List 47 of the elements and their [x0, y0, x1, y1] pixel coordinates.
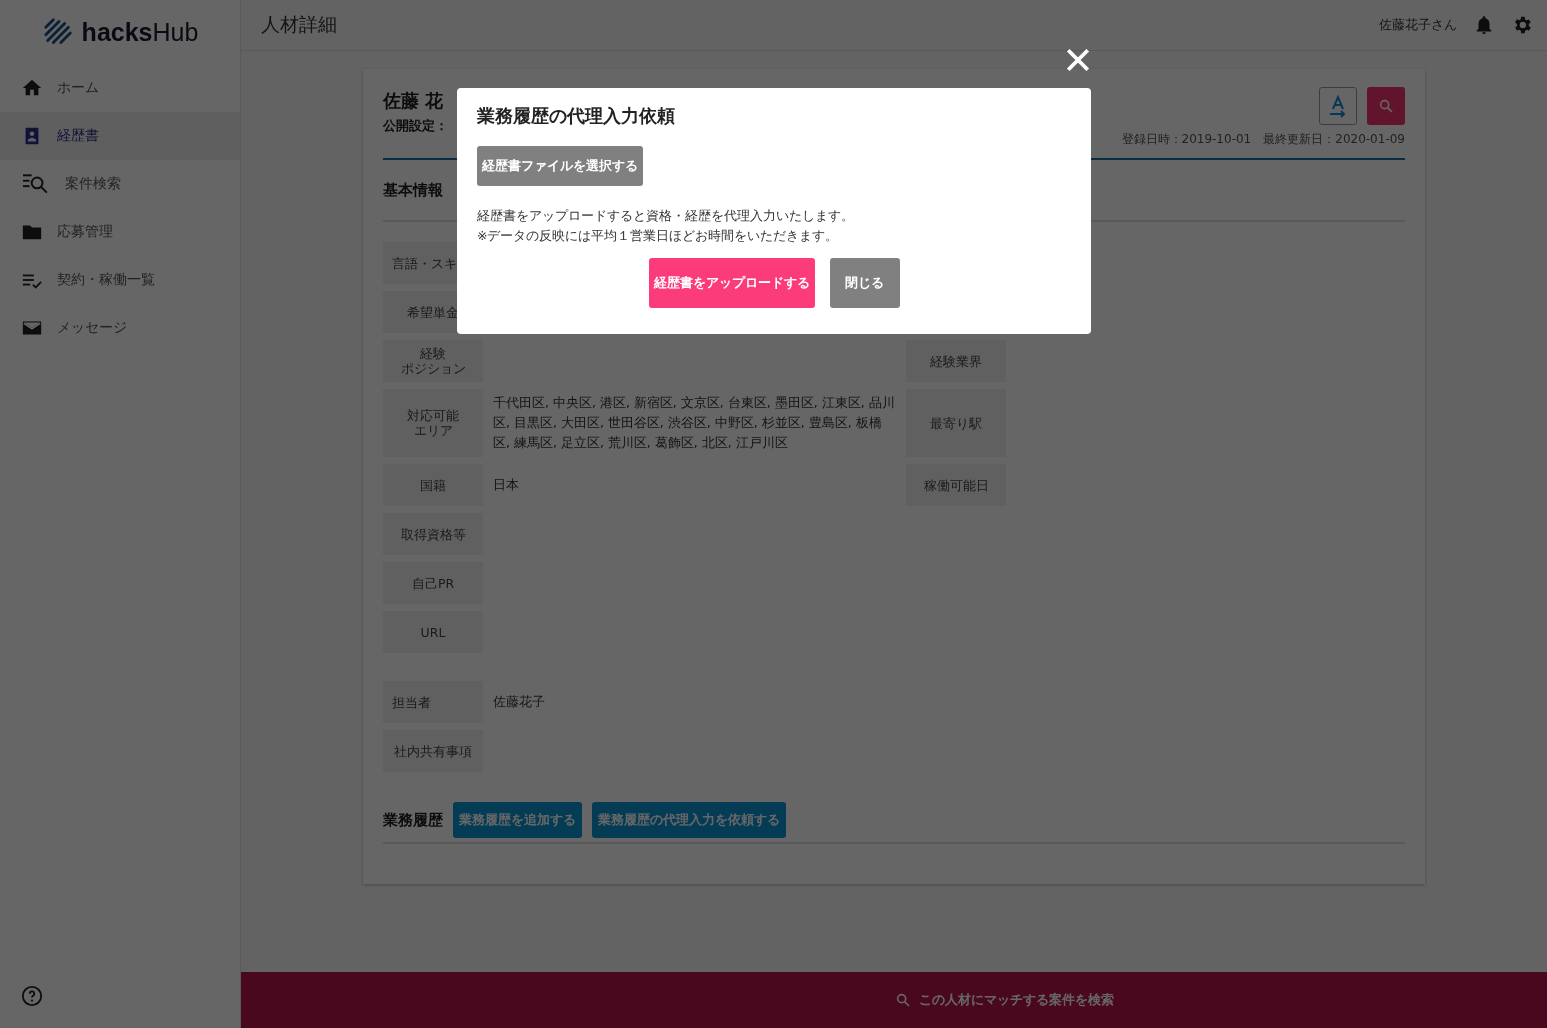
work-history-button[interactable]: 業務履歴を追加する	[453, 802, 582, 838]
field-label: 取得資格等	[383, 513, 483, 555]
page-title: 人材詳細	[261, 12, 337, 37]
user-name: 佐藤花子さん	[1379, 16, 1457, 34]
field-label: 国籍	[383, 464, 483, 506]
field-label: 経験業界	[906, 340, 1006, 382]
sidebar-item[interactable]: 経歴書	[0, 112, 240, 160]
upload-button[interactable]: 経歴書をアップロードする	[648, 258, 815, 308]
section-title: 業務履歴	[383, 810, 443, 830]
search-button[interactable]	[1367, 87, 1405, 125]
match-search-label: この人材にマッチする案件を検索	[918, 991, 1114, 1009]
logo-text: hacksHub	[81, 17, 199, 47]
search-icon	[1378, 98, 1394, 114]
sidebar-item[interactable]: メッセージ	[0, 304, 240, 352]
field-label: 担当者	[383, 681, 483, 723]
field-label: エリア	[413, 423, 453, 438]
field-label: ポジション	[400, 361, 466, 376]
sidebar-item[interactable]: 応募管理	[0, 208, 240, 256]
work-history-button[interactable]: 業務履歴の代理入力を依頼する	[592, 802, 786, 838]
sidebar-item[interactable]: 案件検索	[0, 160, 240, 208]
field-label: 最寄り駅	[906, 389, 1006, 457]
candidate-name: 佐藤 花	[383, 89, 445, 113]
registered-date: 登録日時：2019-10-01	[1121, 131, 1252, 148]
field-label: 稼働可能日	[906, 464, 1006, 506]
modal-note: ※データの反映には平均１営業日ほどお時間をいただきます。	[477, 227, 840, 245]
text-format-button[interactable]	[1319, 87, 1357, 125]
help-icon[interactable]	[21, 985, 43, 1007]
section-title: 基本情報	[383, 180, 443, 200]
match-search-bar[interactable]: この人材にマッチする案件を検索	[241, 972, 1547, 1028]
field-value: 千代田区, 中央区, 港区, 新宿区, 文京区, 台東区, 墨田区, 江東区, 品川区, 目黒区, 大田区, 世田谷区, 渋谷区, 中野区, 杉並区, 豊島区, 板橋区, 練馬区, 足立区, 荒川区, 葛飾区, 北区, 江戸川区	[493, 394, 896, 452]
close-icon[interactable]	[1065, 47, 1091, 73]
field-value: 佐藤花子	[493, 693, 545, 711]
updated-date: 最終更新日：2020-01-09	[1263, 131, 1405, 148]
field-label: 自己PR	[383, 562, 483, 604]
file-select-button[interactable]: 経歴書ファイルを選択する	[477, 146, 643, 186]
field-label: URL	[383, 611, 483, 653]
field-value: 日本	[493, 476, 519, 494]
field-label: 経験	[420, 346, 446, 361]
field-label: 対応可能	[407, 408, 459, 423]
modal-note: 経歴書をアップロードすると資格・経歴を代理入力いたします。	[477, 207, 855, 225]
sidebar-item[interactable]: 契約・稼働一覧	[0, 256, 240, 304]
close-button[interactable]: 閉じる	[829, 258, 900, 308]
field-label: 社内共有事項	[383, 730, 483, 772]
visibility-label: 公開設定：	[383, 117, 448, 135]
modal-title: 業務履歴の代理入力依頼	[477, 104, 676, 128]
sidebar-item[interactable]: ホーム	[0, 64, 240, 112]
search-icon	[894, 992, 911, 1008]
